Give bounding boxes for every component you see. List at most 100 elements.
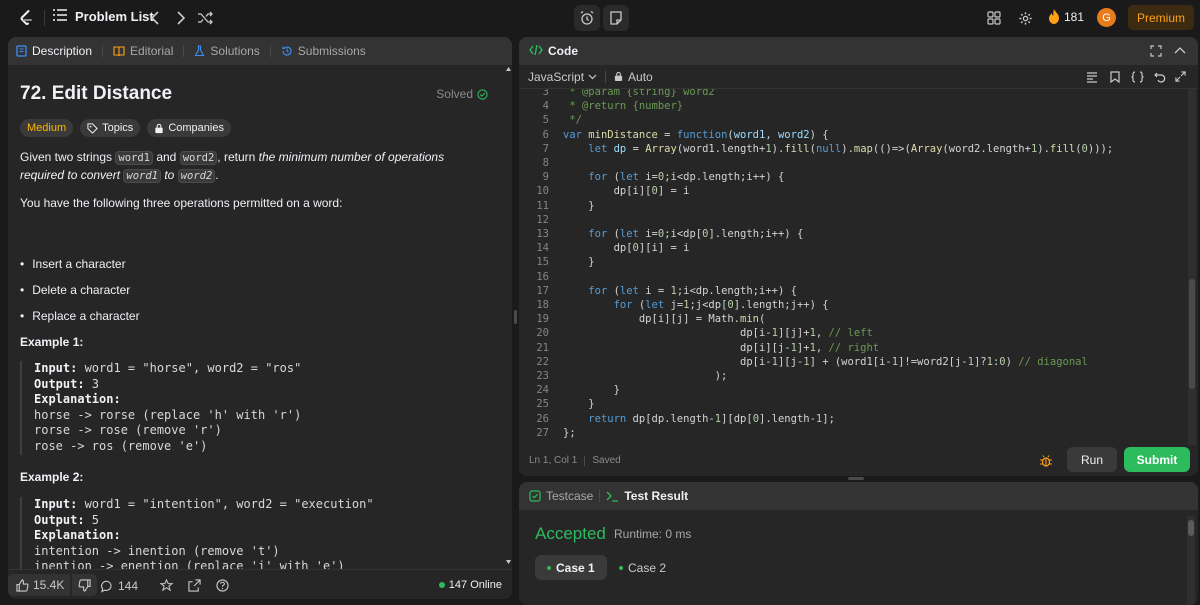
tab-editorial[interactable]: Editorial	[113, 44, 173, 58]
book-icon	[113, 45, 125, 56]
example-line: rorse -> rose (remove 'r')	[34, 423, 222, 438]
code-line[interactable]: 17 for (let i = 1;i<dp.length;i++) {	[519, 284, 1198, 298]
line-number: 22	[536, 355, 549, 368]
case-2-tab[interactable]: Case 2	[607, 555, 678, 580]
code-line[interactable]: 22 dp[i-1][j-1] + (word1[i-1]!=word2[j-1…	[519, 355, 1198, 369]
list-icon	[53, 9, 67, 24]
vertical-resize-handle[interactable]	[514, 310, 517, 324]
result-scrollbar[interactable]	[1187, 516, 1195, 605]
code-line[interactable]: 24 }	[519, 383, 1198, 397]
scrollbar[interactable]	[505, 65, 512, 569]
code-line[interactable]: 13 for (let i=0;i<dp[0].length;i++) {	[519, 227, 1198, 241]
code-line[interactable]: 10 dp[i][0] = i	[519, 184, 1198, 198]
code-line[interactable]: 27};	[519, 426, 1198, 440]
like-button[interactable]: 15.4K	[8, 574, 71, 596]
flask-icon	[194, 45, 205, 57]
debug-bug-icon[interactable]	[1039, 454, 1053, 471]
line-number: 16	[536, 270, 549, 283]
leetcode-logo-icon[interactable]	[16, 8, 36, 28]
pass-dot-icon	[547, 565, 551, 570]
maximize-icon[interactable]	[1150, 45, 1162, 60]
accepted-status: Accepted	[535, 524, 606, 543]
grid-apps-icon[interactable]	[985, 9, 1003, 27]
code-line[interactable]: 15 }	[519, 255, 1198, 269]
code-line[interactable]: 8	[519, 156, 1198, 170]
tab-submissions[interactable]: Submissions	[281, 44, 366, 58]
example-value: word1 = "intention", word2 = "execution"	[77, 497, 374, 511]
code-line[interactable]: 6 var minDistance = function(word1, word2…	[519, 128, 1198, 142]
code-text: for (let i=0;i<dp[0].length;i++) {	[588, 228, 804, 240]
line-number: 17	[536, 284, 549, 297]
avatar[interactable]: G	[1097, 8, 1116, 27]
code-line[interactable]: 16	[519, 270, 1198, 284]
code-line[interactable]: 18 for (let j=1;j<dp[0].length;j++) {	[519, 298, 1198, 312]
chevron-left-icon[interactable]	[146, 9, 164, 27]
expand-icon[interactable]	[1175, 71, 1186, 85]
format-icon[interactable]	[1086, 71, 1098, 86]
collapse-icon[interactable]	[1174, 45, 1186, 60]
companies-button[interactable]: Companies	[147, 119, 231, 137]
streak-count: 181	[1064, 9, 1085, 24]
line-number: 25	[536, 398, 549, 411]
case-label: Case 2	[628, 560, 667, 575]
auto-mode[interactable]: Auto	[614, 70, 653, 84]
code-text: }	[563, 398, 595, 411]
code-line[interactable]: 14 dp[0][i] = i	[519, 241, 1198, 255]
code-line[interactable]: 20 dp[i-1][j]+1, // left	[519, 326, 1198, 340]
check-circle-icon	[477, 88, 488, 100]
code-line[interactable]: 19 dp[i][j] = Math.min(	[519, 312, 1198, 326]
run-button[interactable]: Run	[1067, 447, 1117, 472]
top-bar: Problem List 181 G Premium	[0, 0, 1200, 36]
scrollbar-thumb[interactable]	[1188, 520, 1194, 536]
code-line[interactable]: 9 for (let i=0;i<dp.length;i++) {	[519, 170, 1198, 184]
reset-icon[interactable]	[1154, 71, 1166, 86]
code-line[interactable]: 7 let dp = Array(word1.length+1).fill(nu…	[519, 142, 1198, 156]
premium-button[interactable]: Premium	[1128, 5, 1194, 30]
tab-testcase[interactable]: Testcase	[529, 489, 593, 503]
tab-description-label: Description	[32, 44, 93, 58]
dislike-button[interactable]	[72, 574, 97, 596]
alarm-clock-button[interactable]	[574, 5, 600, 31]
share-icon[interactable]	[188, 579, 201, 592]
code-text: dp[i][j] = Math.min(	[563, 313, 766, 326]
difficulty-badge[interactable]: Medium	[20, 119, 74, 137]
code-line[interactable]: 3 * @param {string} word2	[519, 89, 1198, 99]
code-line[interactable]: 11 }	[519, 199, 1198, 213]
description-panel: Description Editorial Solutions Submissi…	[8, 37, 512, 599]
code-line[interactable]: 25 }	[519, 397, 1198, 411]
example-output: Output: 5	[34, 513, 496, 529]
case-1-tab[interactable]: Case 1	[535, 555, 607, 580]
tab-test-result[interactable]: Test Result	[606, 489, 688, 503]
braces-icon[interactable]	[1131, 71, 1144, 86]
example-input: Input: word1 = "horse", word2 = "ros"	[34, 361, 496, 377]
code-text: * @param {string} word2	[563, 89, 715, 98]
code-line[interactable]: 4 * @return {number}	[519, 99, 1198, 113]
code-editor[interactable]: 3 * @param {string} word2 4 * @return {nu…	[519, 89, 1198, 445]
tab-solutions[interactable]: Solutions	[194, 44, 260, 58]
code-line[interactable]: 12	[519, 213, 1198, 227]
streak-counter[interactable]: 181	[1048, 9, 1084, 24]
notes-button[interactable]	[603, 5, 629, 31]
shuffle-icon[interactable]	[196, 9, 214, 27]
code-line[interactable]: 26 return dp[dp.length-1][dp[0].length-1…	[519, 412, 1198, 426]
horizontal-resize-handle[interactable]	[848, 477, 864, 480]
code-line[interactable]: 5 */	[519, 113, 1198, 127]
bookmark-icon[interactable]	[1110, 71, 1120, 86]
code-line[interactable]: 23 );	[519, 369, 1198, 383]
comments-button[interactable]: 144	[101, 579, 138, 593]
language-selector[interactable]: JavaScript	[528, 70, 597, 84]
submit-button[interactable]: Submit	[1124, 447, 1190, 472]
tab-description[interactable]: Description	[16, 44, 92, 58]
cursor-position: Ln 1, Col 1	[529, 455, 578, 466]
comment-icon	[101, 580, 112, 593]
code-line[interactable]: 21 dp[i][j-1]+1, // right	[519, 341, 1198, 355]
alarm-clock-icon	[580, 10, 594, 25]
code-text: };	[563, 426, 576, 439]
problem-list-label: Problem List	[75, 9, 154, 24]
chevron-right-icon[interactable]	[172, 9, 190, 27]
problem-list-button[interactable]: Problem List	[53, 9, 154, 24]
star-icon[interactable]	[160, 579, 173, 592]
gear-icon[interactable]	[1016, 9, 1034, 27]
help-icon[interactable]	[216, 579, 229, 592]
topics-button[interactable]: Topics	[80, 119, 141, 137]
